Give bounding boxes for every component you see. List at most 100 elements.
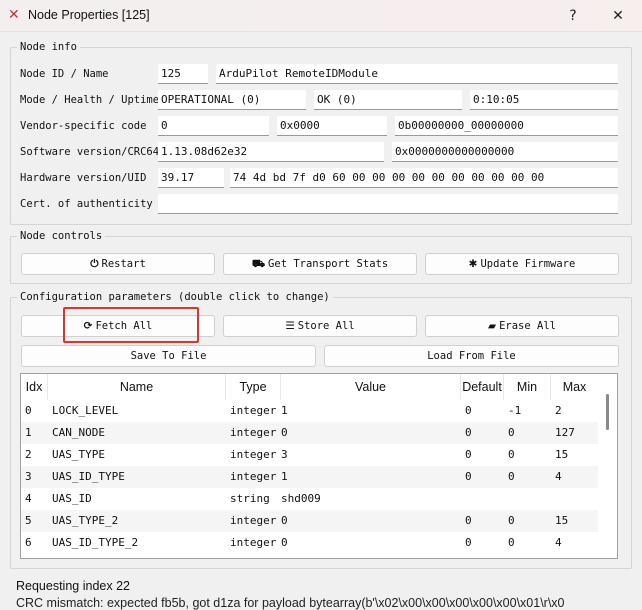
table-cell: 4: [555, 536, 562, 549]
info-field[interactable]: 39.17: [158, 168, 224, 188]
column-header[interactable]: Default: [461, 374, 504, 400]
table-row[interactable]: 1 CAN_NODE integer 0 0 0 127: [21, 422, 599, 444]
table-cell: 6: [25, 536, 32, 549]
table-row[interactable]: 6 UAS_ID_TYPE_2 integer 0 0 0 4: [21, 532, 599, 554]
table-cell: CAN_NODE: [52, 426, 105, 439]
table-cell: 0: [465, 426, 472, 439]
table-cell: 15: [555, 514, 569, 527]
config-title: Configuration parameters (double click t…: [17, 291, 333, 303]
table-cell: 0: [508, 470, 515, 483]
table-cell: integer: [230, 448, 277, 461]
info-field[interactable]: [158, 194, 618, 214]
table-cell: 2: [555, 404, 562, 417]
info-field[interactable]: OK (0): [314, 90, 462, 110]
params-table[interactable]: Idx Name Type Value Default Min Max 0 LOCK_LEVE…: [20, 373, 618, 559]
node-controls-title: Node controls: [17, 230, 106, 242]
table-cell: UAS_ID_TYPE: [52, 470, 125, 483]
table-cell: UAS_TYPE: [52, 448, 105, 461]
table-row[interactable]: [21, 554, 599, 558]
log-text: CRC mismatch: expected fb5b, got d1za fo…: [16, 596, 565, 610]
info-field[interactable]: 0:10:05: [470, 90, 618, 110]
info-field[interactable]: 1.13.08d62e32: [158, 142, 384, 162]
table-cell: 0: [508, 536, 515, 549]
table-cell: 3: [281, 448, 288, 461]
scrollbar-thumb[interactable]: [606, 394, 609, 430]
store-all-button[interactable]: ☰ Store All: [223, 315, 417, 337]
info-field[interactable]: ArduPilot RemoteIDModule: [216, 64, 618, 84]
table-cell: UAS_ID_TYPE_2: [52, 536, 139, 549]
erase-label: Erase All: [499, 320, 556, 332]
table-cell: 3: [25, 470, 32, 483]
table-cell: 1: [281, 404, 288, 417]
table-row[interactable]: 0 LOCK_LEVEL integer 1 0 -1 2: [21, 400, 599, 422]
table-row[interactable]: 3 UAS_ID_TYPE integer 1 0 0 4: [21, 466, 599, 488]
bug-icon: ✱: [468, 258, 478, 270]
table-cell: integer: [230, 426, 277, 439]
table-cell: 0: [281, 514, 288, 527]
column-header[interactable]: Name: [48, 374, 226, 400]
table-cell: shd009: [281, 492, 321, 505]
table-cell: integer: [230, 536, 277, 549]
close-button[interactable]: ✕: [603, 4, 633, 28]
info-field[interactable]: 0b00000000_00000000: [395, 116, 618, 136]
firmware-label: Update Firmware: [480, 258, 576, 270]
save-to-file-button[interactable]: Save To File: [21, 345, 316, 367]
table-row[interactable]: 5 UAS_TYPE_2 integer 0 0 0 15: [21, 510, 599, 532]
table-cell: 0: [508, 448, 515, 461]
scrollbar[interactable]: [598, 374, 617, 558]
column-header[interactable]: Min: [504, 374, 551, 400]
field-label: Software version/CRC64: [20, 146, 160, 158]
field-label: Hardware version/UID: [20, 172, 147, 184]
transport-stats-button[interactable]: ⛟ Get Transport Stats: [223, 253, 417, 275]
info-field[interactable]: OPERATIONAL (0): [158, 90, 306, 110]
info-field[interactable]: 0: [158, 116, 269, 136]
table-cell: 0: [25, 404, 32, 417]
field-label: Mode / Health / Uptime: [20, 94, 160, 106]
table-cell: 0: [508, 514, 515, 527]
table-cell: 0: [465, 470, 472, 483]
info-field[interactable]: 0x0000: [277, 116, 387, 136]
title-bar: ✕ Node Properties [125] ? ✕: [0, 0, 642, 32]
column-header[interactable]: Idx: [21, 374, 48, 400]
table-cell: UAS_TYPE_2: [52, 514, 119, 527]
table-row[interactable]: 4 UAS_ID string shd009: [21, 488, 599, 510]
restart-button[interactable]: ⏻ Restart: [21, 253, 215, 275]
table-cell: 0: [465, 404, 472, 417]
table-cell: integer: [230, 514, 277, 527]
table-cell: 4: [555, 470, 562, 483]
restart-label: Restart: [101, 258, 146, 270]
eraser-icon: ▰: [488, 320, 497, 332]
update-firmware-button[interactable]: ✱ Update Firmware: [425, 253, 619, 275]
table-cell: 0: [465, 448, 472, 461]
table-cell: 5: [25, 514, 32, 527]
erase-all-button[interactable]: ▰ Erase All: [425, 315, 619, 337]
power-icon: ⏻: [90, 258, 99, 270]
table-cell: 0: [465, 536, 472, 549]
table-cell: 1: [25, 426, 32, 439]
column-header[interactable]: Max: [551, 374, 599, 400]
column-header[interactable]: Type: [226, 374, 281, 400]
load-from-file-button[interactable]: Load From File: [324, 345, 619, 367]
truck-icon: ⛟: [251, 258, 266, 270]
highlight-box: [63, 307, 199, 343]
table-cell: 0: [281, 536, 288, 549]
table-cell: LOCK_LEVEL: [52, 404, 119, 417]
help-button[interactable]: ?: [558, 4, 588, 28]
table-cell: integer: [230, 470, 277, 483]
table-cell: 1: [281, 470, 288, 483]
table-cell: -1: [508, 404, 522, 417]
table-cell: integer: [230, 404, 277, 417]
info-field[interactable]: 74 4d bd 7f d0 60 00 00 00 00 00 00 00 0…: [230, 168, 618, 188]
node-info-title: Node info: [17, 41, 80, 53]
field-label: Node ID / Name: [20, 68, 109, 80]
table-cell: 15: [555, 448, 569, 461]
table-row[interactable]: 2 UAS_TYPE integer 3 0 0 15: [21, 444, 599, 466]
app-icon: ✕: [8, 7, 20, 23]
table-cell: 0: [508, 426, 515, 439]
window-title: Node Properties [125]: [28, 8, 150, 22]
info-field[interactable]: 125: [158, 64, 208, 84]
database-icon: ☰: [285, 320, 295, 332]
info-field[interactable]: 0x0000000000000000: [392, 142, 618, 162]
table-cell: 2: [25, 448, 32, 461]
column-header[interactable]: Value: [281, 374, 461, 400]
